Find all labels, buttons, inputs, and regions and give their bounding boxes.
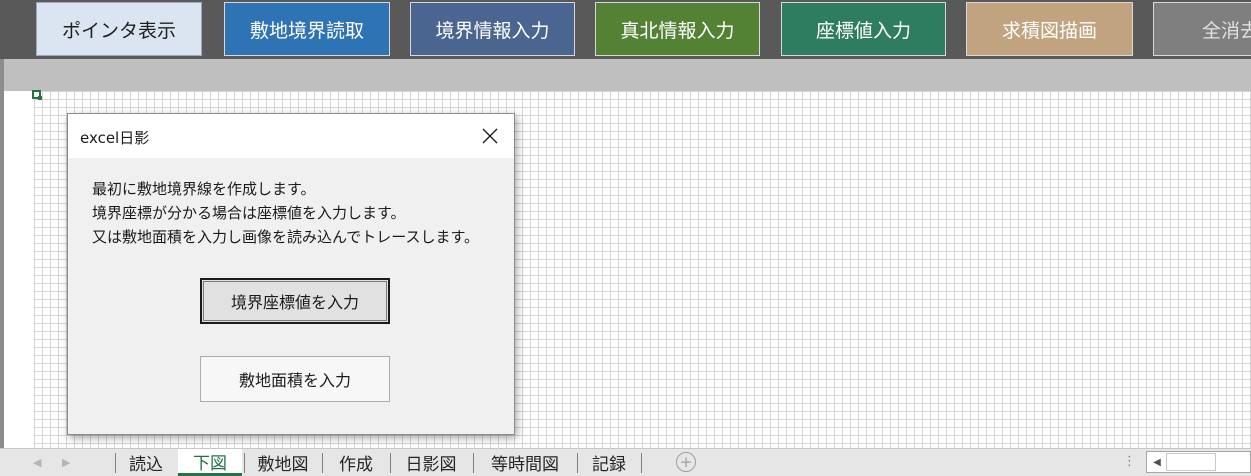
scrollbar-thumb[interactable] bbox=[1166, 453, 1216, 471]
sheet-tab-sakusei[interactable]: 作成 bbox=[324, 449, 388, 475]
horizontal-scrollbar[interactable]: ◀ bbox=[1146, 451, 1251, 473]
sheet-tab-yomikomi[interactable]: 読込 bbox=[118, 449, 174, 475]
tab-separator bbox=[322, 453, 323, 473]
tab-separator bbox=[641, 453, 642, 473]
tab-separator bbox=[577, 453, 578, 473]
dialog-message-line: 又は敷地面積を入力し画像を読み込んでトレースします。 bbox=[92, 228, 480, 246]
tab-separator bbox=[244, 453, 245, 473]
toolbar-gap bbox=[0, 59, 1251, 91]
close-icon[interactable] bbox=[472, 120, 508, 152]
dialog-message-line: 境界座標が分かる場合は座標値を入力します。 bbox=[92, 204, 406, 222]
boundary-info-input-button[interactable]: 境界情報入力 bbox=[410, 2, 575, 56]
tab-separator bbox=[115, 453, 116, 473]
tab-separator bbox=[390, 453, 391, 473]
scroll-left-icon[interactable]: ◀ bbox=[1148, 453, 1166, 471]
dialog-titlebar: excel日影 bbox=[68, 114, 514, 158]
sheet-tab-toujikanzu[interactable]: 等時間図 bbox=[475, 449, 575, 475]
area-drawing-button[interactable]: 求積図描画 bbox=[966, 2, 1133, 56]
boundary-coordinate-input-button[interactable]: 境界座標値を入力 bbox=[200, 278, 390, 324]
active-cell-marker bbox=[32, 90, 42, 100]
sheet-tab-shitazu[interactable]: 下図 bbox=[178, 449, 242, 476]
sheet-tab-bar: ◀ ▶ 読込 下図 敷地図 作成 日影図 等時間図 記録 + ⋮ ◀ bbox=[0, 448, 1251, 476]
sheet-tab-shikichizu[interactable]: 敷地図 bbox=[246, 449, 320, 475]
sheet-tab-kiroku[interactable]: 記録 bbox=[579, 449, 639, 475]
sheet-margin bbox=[4, 91, 34, 448]
clear-all-button[interactable]: 全消去 bbox=[1153, 2, 1251, 56]
scroll-tabs-right-icon[interactable]: ▶ bbox=[62, 456, 70, 469]
scroll-tabs-left-icon[interactable]: ◀ bbox=[33, 456, 41, 469]
site-boundary-read-button[interactable]: 敷地境界読取 bbox=[224, 2, 390, 56]
dialog-message: 最初に敷地境界線を作成します。 境界座標が分かる場合は座標値を入力します。 又は… bbox=[92, 177, 479, 249]
split-handle-icon[interactable]: ⋮ bbox=[1123, 454, 1136, 469]
macro-toolbar: ポインタ表示 敷地境界読取 境界情報入力 真北情報入力 座標値入力 求積図描画 … bbox=[0, 0, 1251, 59]
excel-nichiei-dialog: excel日影 最初に敷地境界線を作成します。 境界座標が分かる場合は座標値を入… bbox=[67, 113, 515, 435]
true-north-input-button[interactable]: 真北情報入力 bbox=[595, 2, 760, 56]
dialog-title: excel日影 bbox=[80, 129, 150, 147]
pointer-display-button[interactable]: ポインタ表示 bbox=[36, 2, 202, 56]
coordinate-input-button[interactable]: 座標値入力 bbox=[781, 2, 946, 56]
add-sheet-icon[interactable]: + bbox=[676, 452, 696, 472]
tab-separator bbox=[473, 453, 474, 473]
sheet-tab-nichieizu[interactable]: 日影図 bbox=[392, 449, 470, 475]
dialog-message-line: 最初に敷地境界線を作成します。 bbox=[92, 180, 316, 198]
site-area-input-button[interactable]: 敷地面積を入力 bbox=[200, 356, 390, 402]
